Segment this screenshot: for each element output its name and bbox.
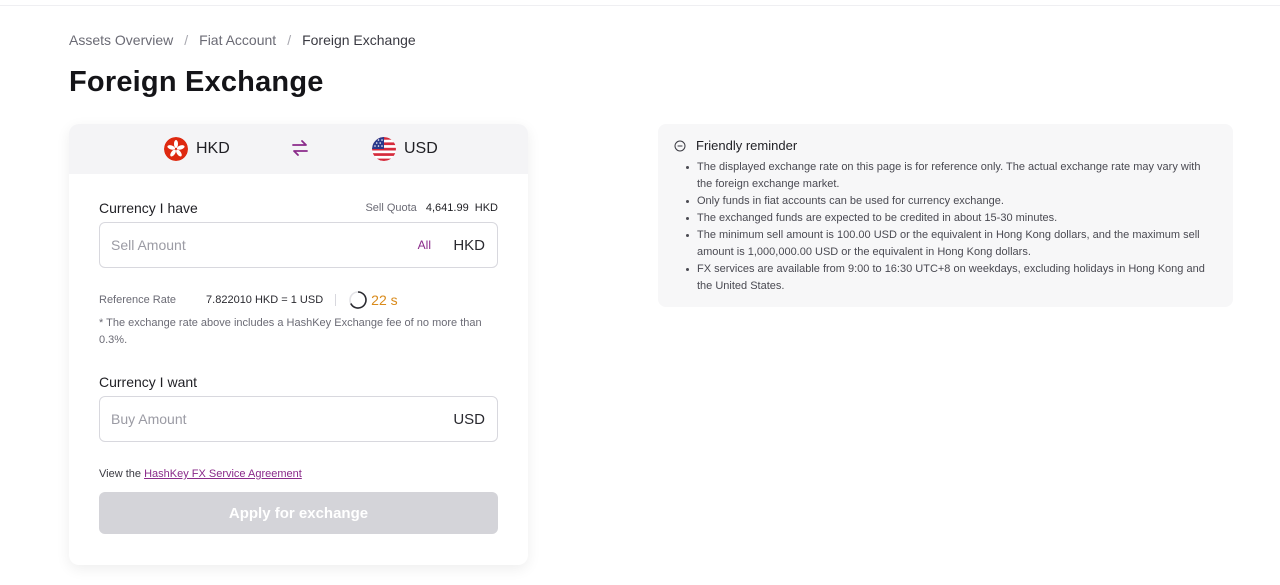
divider [335,294,337,306]
breadcrumb-separator: / [287,32,292,48]
currency-have-label: Currency I have [99,200,198,216]
from-currency-selector[interactable]: HKD [164,137,230,161]
rate-refresh-timer: 22 s [348,290,398,310]
fee-note: * The exchange rate above includes a Has… [99,317,482,346]
apply-for-exchange-button[interactable]: Apply for exchange [99,492,498,534]
sell-amount-input[interactable] [100,223,380,267]
sell-quota: Sell Quota 4,641.99 HKD [365,202,498,214]
reference-rate-value: 7.822010 HKD = 1 USD [206,294,324,306]
currency-want-label: Currency I want [99,374,198,390]
list-item: FX services are available from 9:00 to 1… [686,261,1212,295]
top-divider [0,5,1280,6]
sell-quota-label: Sell Quota [365,202,417,214]
currency-pair-header: HKD USD [69,124,528,174]
reference-rate-row: Reference Rate 7.822010 HKD = 1 USD 22 s [99,290,398,310]
breadcrumb-assets-overview[interactable]: Assets Overview [69,32,173,48]
page-title: Foreign Exchange [69,66,324,98]
buy-unit: USD [453,411,485,428]
breadcrumb-separator: / [184,32,189,48]
breadcrumb: Assets Overview / Fiat Account / Foreign… [69,32,416,48]
info-circle-icon [674,140,686,151]
hong-kong-flag-icon [164,137,188,161]
us-flag-icon [372,137,396,161]
buy-amount-field: USD [99,396,498,442]
list-item: The minimum sell amount is 100.00 USD or… [686,227,1212,261]
sell-all-button[interactable]: All [418,238,431,252]
list-item: Only funds in fiat accounts can be used … [686,193,1212,210]
agreement-line: View the HashKey FX Service Agreement [99,468,302,480]
list-item: The displayed exchange rate on this page… [686,159,1212,193]
countdown-text: 22 s [371,292,398,308]
sell-amount-field: All HKD [99,222,498,268]
agreement-prefix: View the [99,468,141,480]
swap-arrows-icon[interactable] [291,138,309,158]
from-currency-code: HKD [196,140,230,157]
sell-unit: HKD [453,237,485,254]
reminder-title: Friendly reminder [696,138,798,153]
friendly-reminder-panel: Friendly reminder The displayed exchange… [658,124,1233,307]
reminder-header: Friendly reminder [674,138,797,153]
to-currency-selector[interactable]: USD [372,137,438,161]
sell-quota-unit: HKD [474,202,498,214]
breadcrumb-current: Foreign Exchange [302,32,416,48]
to-currency-code: USD [404,140,438,157]
reference-rate-label: Reference Rate [99,294,177,306]
reminder-list: The displayed exchange rate on this page… [686,159,1212,295]
sell-quota-value: 4,641.99 [425,202,469,214]
buy-amount-input[interactable] [100,397,380,441]
exchange-card: HKD USD Currency I have Sell Quota 4,641… [69,124,528,565]
list-item: The exchanged funds are expected to be c… [686,210,1212,227]
countdown-ring-icon [349,291,367,309]
service-agreement-link[interactable]: HashKey FX Service Agreement [144,468,302,480]
breadcrumb-fiat-account[interactable]: Fiat Account [199,32,276,48]
